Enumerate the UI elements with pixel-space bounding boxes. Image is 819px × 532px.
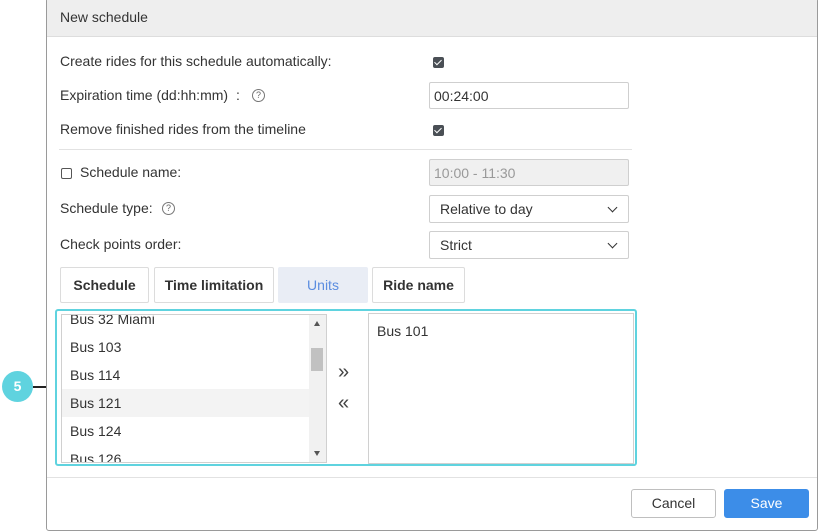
- expiration-colon: :: [236, 87, 240, 103]
- list-item[interactable]: Bus 124: [62, 417, 309, 445]
- scroll-up-arrow-icon[interactable]: [314, 321, 320, 326]
- list-item[interactable]: Bus 101: [377, 323, 633, 339]
- selected-units-list[interactable]: Bus 101: [368, 313, 634, 464]
- schedule-name-input[interactable]: [429, 159, 629, 186]
- schedule-type-value: Relative to day: [440, 201, 533, 217]
- chevron-down-icon: [607, 238, 618, 249]
- list-item[interactable]: Bus 32 Miami: [62, 315, 309, 333]
- callout-badge: 5: [2, 371, 33, 402]
- list-item[interactable]: Bus 114: [62, 361, 309, 389]
- auto-create-checkbox[interactable]: [433, 57, 444, 68]
- units-panel: Bus 32 Miami Bus 103 Bus 114 Bus 121 Bus…: [55, 309, 637, 466]
- scroll-down-arrow-icon[interactable]: [314, 451, 320, 456]
- save-button[interactable]: Save: [724, 489, 809, 518]
- check-points-order-value: Strict: [440, 237, 472, 253]
- add-units-button[interactable]: »: [338, 362, 349, 382]
- auto-create-label: Create rides for this schedule automatic…: [60, 53, 332, 69]
- remove-finished-label: Remove finished rides from the timeline: [60, 121, 306, 137]
- tab-schedule[interactable]: Schedule: [60, 267, 149, 303]
- cancel-button[interactable]: Cancel: [631, 489, 716, 518]
- scrollbar[interactable]: [309, 315, 326, 462]
- check-points-order-select[interactable]: Strict: [429, 231, 629, 259]
- divider: [59, 149, 632, 150]
- check-points-order-label: Check points order:: [60, 236, 182, 252]
- tab-time-limitation[interactable]: Time limitation: [154, 267, 274, 303]
- help-icon[interactable]: ?: [162, 202, 175, 215]
- available-units-items: Bus 32 Miami Bus 103 Bus 114 Bus 121 Bus…: [62, 315, 309, 462]
- list-item[interactable]: Bus 126: [62, 445, 309, 462]
- tab-units[interactable]: Units: [278, 267, 368, 303]
- schedule-type-label: Schedule type:: [60, 200, 153, 216]
- chevron-down-icon: [607, 202, 618, 213]
- list-item[interactable]: Bus 103: [62, 333, 309, 361]
- expiration-label: Expiration time (dd:hh:mm): [60, 87, 229, 103]
- schedule-name-checkbox[interactable]: [61, 168, 72, 179]
- dialog-title: New schedule: [47, 0, 817, 37]
- new-schedule-dialog: New schedule Create rides for this sched…: [46, 0, 818, 531]
- tab-ride-name[interactable]: Ride name: [372, 267, 465, 303]
- list-item[interactable]: Bus 121: [62, 389, 309, 417]
- expiration-input[interactable]: [429, 82, 629, 109]
- remove-finished-checkbox[interactable]: [433, 125, 444, 136]
- help-icon[interactable]: ?: [252, 89, 265, 102]
- footer-divider: [47, 477, 817, 478]
- schedule-type-select[interactable]: Relative to day: [429, 195, 629, 223]
- scrollbar-thumb[interactable]: [311, 348, 323, 371]
- schedule-name-label: Schedule name:: [80, 164, 182, 180]
- available-units-list[interactable]: Bus 32 Miami Bus 103 Bus 114 Bus 121 Bus…: [61, 314, 327, 463]
- remove-units-button[interactable]: «: [338, 393, 349, 413]
